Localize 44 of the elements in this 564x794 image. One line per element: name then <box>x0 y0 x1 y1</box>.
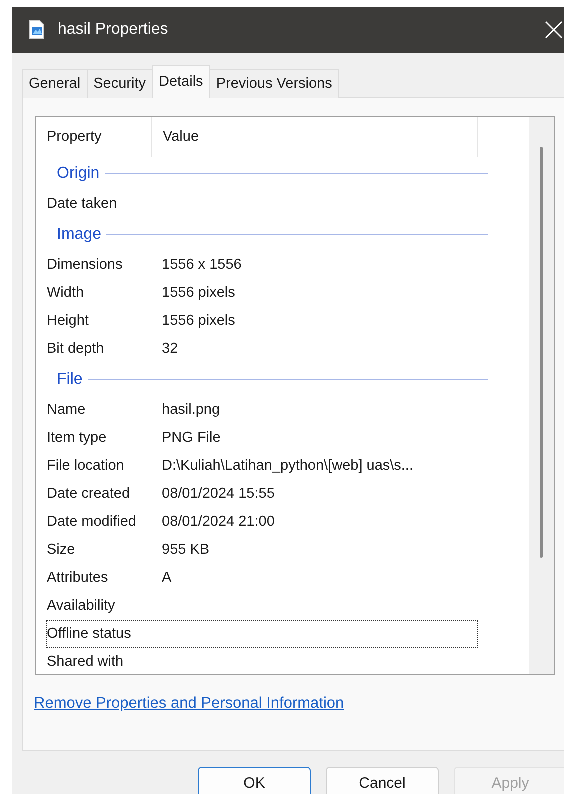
group-heading: Image <box>57 226 102 244</box>
property-name: Offline status <box>47 626 132 642</box>
property-name: Height <box>47 313 90 329</box>
property-name: Attributes <box>47 570 110 586</box>
property-value: PNG File <box>162 430 221 446</box>
property-name: File location <box>47 458 126 474</box>
property-value: 1556 pixels <box>162 313 236 329</box>
remove-properties-link[interactable]: Remove Properties and Personal Information <box>34 695 344 713</box>
column-header[interactable]: Property <box>36 117 152 157</box>
group-heading: Origin <box>57 164 100 182</box>
property-name: Date created <box>47 486 132 502</box>
property-name: Bit depth <box>47 341 106 357</box>
property-value: 08/01/2024 15:55 <box>162 486 275 502</box>
image-file-icon <box>29 20 45 40</box>
tab[interactable]: Details <box>152 65 210 98</box>
property-name: Date taken <box>47 196 118 212</box>
property-name: Shared with <box>47 654 125 670</box>
property-value: hasil.png <box>162 402 220 418</box>
focused-row[interactable]: Offline status <box>46 620 478 648</box>
tab[interactable]: Security <box>86 69 153 98</box>
property-value: 32 <box>162 341 178 357</box>
dialog-button[interactable]: OK <box>198 767 311 794</box>
column-header[interactable]: Value <box>152 117 478 157</box>
scrollbar-thumb[interactable] <box>540 147 543 558</box>
property-value: D:\Kuliah\Latihan_python\[web] uas\s... <box>162 458 414 474</box>
property-name: Availability <box>47 598 116 614</box>
property-value: A <box>162 570 172 586</box>
scrollbar[interactable] <box>529 117 554 674</box>
property-value: 1556 x 1556 <box>162 257 242 273</box>
property-value: 1556 pixels <box>162 285 236 301</box>
group-heading: File <box>57 370 83 388</box>
property-name: Date modified <box>47 514 138 530</box>
property-value: 08/01/2024 21:00 <box>162 514 275 530</box>
dialog-button[interactable]: Cancel <box>326 767 439 794</box>
property-name: Size <box>47 542 76 558</box>
property-name: Dimensions <box>47 257 124 273</box>
close-icon[interactable] <box>544 20 564 40</box>
property-value: 955 KB <box>162 542 210 558</box>
tab[interactable]: General <box>22 69 88 98</box>
property-name: Item type <box>47 430 108 446</box>
property-name: Name <box>47 402 87 418</box>
tab[interactable]: Previous Versions <box>209 69 340 98</box>
property-name: Width <box>47 285 86 301</box>
window-title: hasil Properties <box>58 21 168 39</box>
